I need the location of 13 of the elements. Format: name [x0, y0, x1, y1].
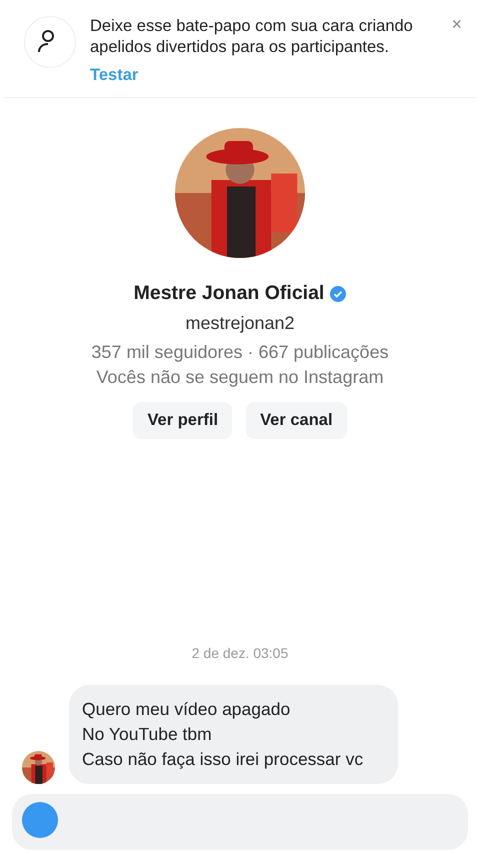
message-composer[interactable] — [12, 794, 468, 850]
profile-button[interactable]: Ver perfil — [133, 402, 232, 439]
notice-text: Deixe esse bate-papo com sua cara criando apelidos divertidos para os participantes. — [90, 16, 414, 58]
message-timestamp: 2 de dez. 03:05 — [192, 645, 288, 661]
message-text: Quero meu vídeo apagado — [82, 698, 292, 721]
profile-button[interactable]: Ver canal — [246, 402, 347, 439]
message-text: No YouTube tbm — [82, 723, 213, 746]
close-button[interactable]: × — [451, 14, 462, 35]
message-text: Caso não faça isso irei processar vc — [82, 748, 364, 771]
profile-stats: 357 mil seguidores · 667 publicações — [91, 342, 389, 363]
follow-status: Vocês não se seguem no Instagram — [96, 367, 384, 388]
username: mestrejonan2 — [185, 313, 295, 334]
profile-name: Mestre Jonan Oficial — [134, 282, 324, 305]
